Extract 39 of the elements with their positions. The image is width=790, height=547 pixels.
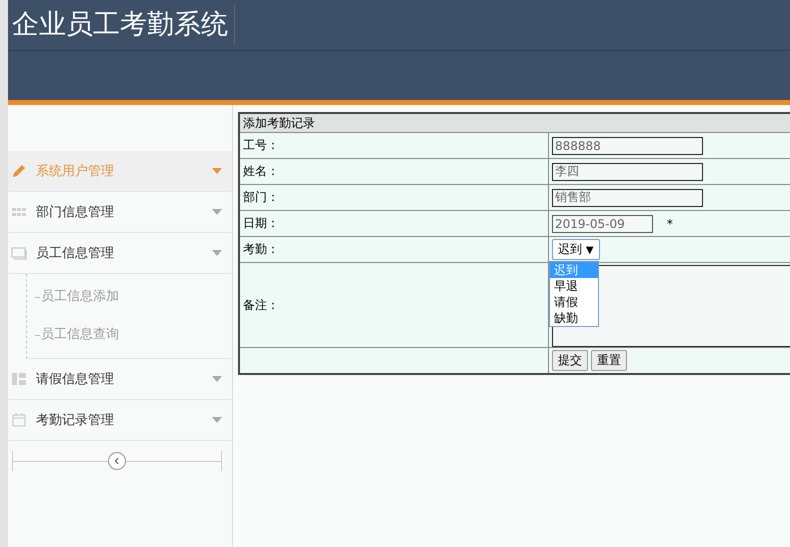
sidebar-item[interactable]: 请假信息管理 — [8, 359, 232, 400]
caret-icon — [212, 209, 222, 215]
sidebar-item[interactable]: 部门信息管理 — [8, 192, 232, 233]
caret-icon — [212, 417, 222, 423]
text-field[interactable]: 888888 — [552, 136, 703, 154]
dropdown-option[interactable]: 缺勤 — [550, 310, 598, 326]
required-mark: * — [666, 216, 673, 230]
dropdown-option[interactable]: 请假 — [550, 294, 598, 310]
caret-icon — [212, 376, 222, 382]
menu-label: 考勤记录管理 — [36, 412, 115, 429]
app-title: 企业员工考勤系统 — [12, 5, 235, 45]
form-title: 添加考勤记录 — [239, 113, 790, 132]
layout-icon — [11, 371, 27, 387]
field-label: 工号： — [239, 132, 548, 158]
chevron-left-icon — [113, 457, 121, 465]
date-field[interactable]: 2019-05-09 — [552, 214, 653, 232]
menu-label: 员工信息管理 — [36, 245, 115, 262]
form-button[interactable]: 重置 — [591, 350, 627, 371]
dropdown-option[interactable]: 早退 — [550, 278, 598, 294]
menu-label: 系统用户管理 — [36, 163, 115, 180]
field-label: 考勤： — [239, 236, 548, 262]
pencil-icon — [11, 163, 27, 179]
field-label: 姓名： — [239, 158, 548, 184]
text-field[interactable]: 销售部 — [552, 188, 703, 206]
field-label: 部门： — [239, 184, 548, 210]
text-field[interactable]: 李四 — [552, 162, 703, 180]
select-dropdown[interactable]: 迟到 ▼ — [552, 239, 600, 260]
sidebar-item[interactable]: 员工信息管理 — [8, 233, 232, 274]
menu-label: 请假信息管理 — [36, 371, 115, 388]
caret-icon — [212, 250, 222, 256]
menu-label: 部门信息管理 — [36, 204, 115, 221]
caret-icon — [212, 168, 222, 174]
sidebar-item[interactable]: 考勤记录管理 — [8, 400, 232, 441]
form-button[interactable]: 提交 — [552, 350, 588, 371]
field-label: 备注： — [239, 262, 548, 348]
monitor-icon — [11, 245, 27, 261]
field-label: 日期： — [239, 210, 548, 236]
collapse-button[interactable] — [108, 452, 126, 470]
calendar-icon — [11, 412, 27, 428]
